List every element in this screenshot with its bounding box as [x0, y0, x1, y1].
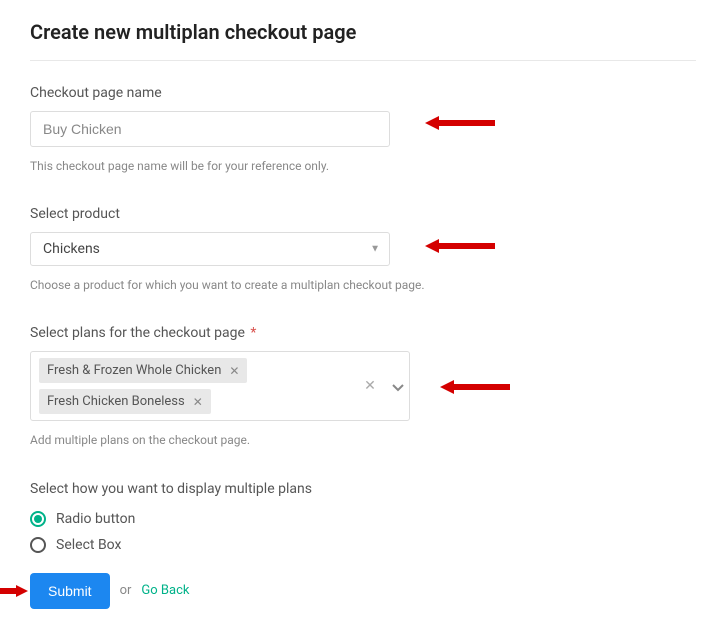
actions-row: Submit or Go Back [30, 573, 696, 609]
radio-option-radio-button[interactable]: Radio button [30, 511, 530, 527]
plans-helper: Add multiple plans on the checkout page. [30, 431, 430, 450]
annotation-arrow-icon [425, 116, 495, 130]
field-group-product: Select product Chickens ▼ Choose a produ… [30, 206, 530, 295]
annotation-arrow-icon [440, 380, 510, 394]
page-title: Create new multiplan checkout page [30, 20, 696, 61]
annotation-arrow-icon [0, 585, 28, 599]
plans-multiselect[interactable]: Fresh & Frozen Whole Chicken ✕ Fresh Chi… [30, 351, 410, 421]
product-helper: Choose a product for which you want to c… [30, 276, 430, 295]
chevron-down-icon[interactable] [384, 377, 412, 396]
product-selected-value: Chickens [43, 241, 100, 257]
or-text: or [120, 583, 132, 598]
required-indicator: * [250, 325, 256, 341]
clear-all-icon[interactable]: ✕ [356, 378, 384, 394]
field-group-display: Select how you want to display multiple … [30, 481, 530, 553]
plans-label: Select plans for the checkout page * [30, 325, 530, 341]
page-name-helper: This checkout page name will be for your… [30, 157, 430, 176]
plan-tag: Fresh Chicken Boneless ✕ [39, 389, 211, 414]
go-back-link[interactable]: Go Back [141, 583, 189, 598]
field-group-plans: Select plans for the checkout page * Fre… [30, 325, 530, 450]
annotation-arrow-icon [425, 239, 495, 253]
product-select[interactable]: Chickens [30, 232, 390, 266]
page-name-label: Checkout page name [30, 85, 530, 101]
radio-option-select-box[interactable]: Select Box [30, 537, 530, 553]
chevron-down-icon: ▼ [370, 244, 380, 255]
radio-icon [30, 537, 46, 553]
remove-tag-icon[interactable]: ✕ [229, 364, 239, 378]
radio-icon [30, 511, 46, 527]
plan-tag: Fresh & Frozen Whole Chicken ✕ [39, 358, 247, 383]
submit-button[interactable]: Submit [30, 573, 110, 609]
field-group-page-name: Checkout page name This checkout page na… [30, 85, 530, 176]
product-label: Select product [30, 206, 530, 222]
radio-label-text: Radio button [56, 511, 135, 527]
page-name-input[interactable] [30, 111, 390, 147]
remove-tag-icon[interactable]: ✕ [193, 395, 203, 409]
display-label: Select how you want to display multiple … [30, 481, 530, 497]
radio-label-text: Select Box [56, 537, 121, 553]
